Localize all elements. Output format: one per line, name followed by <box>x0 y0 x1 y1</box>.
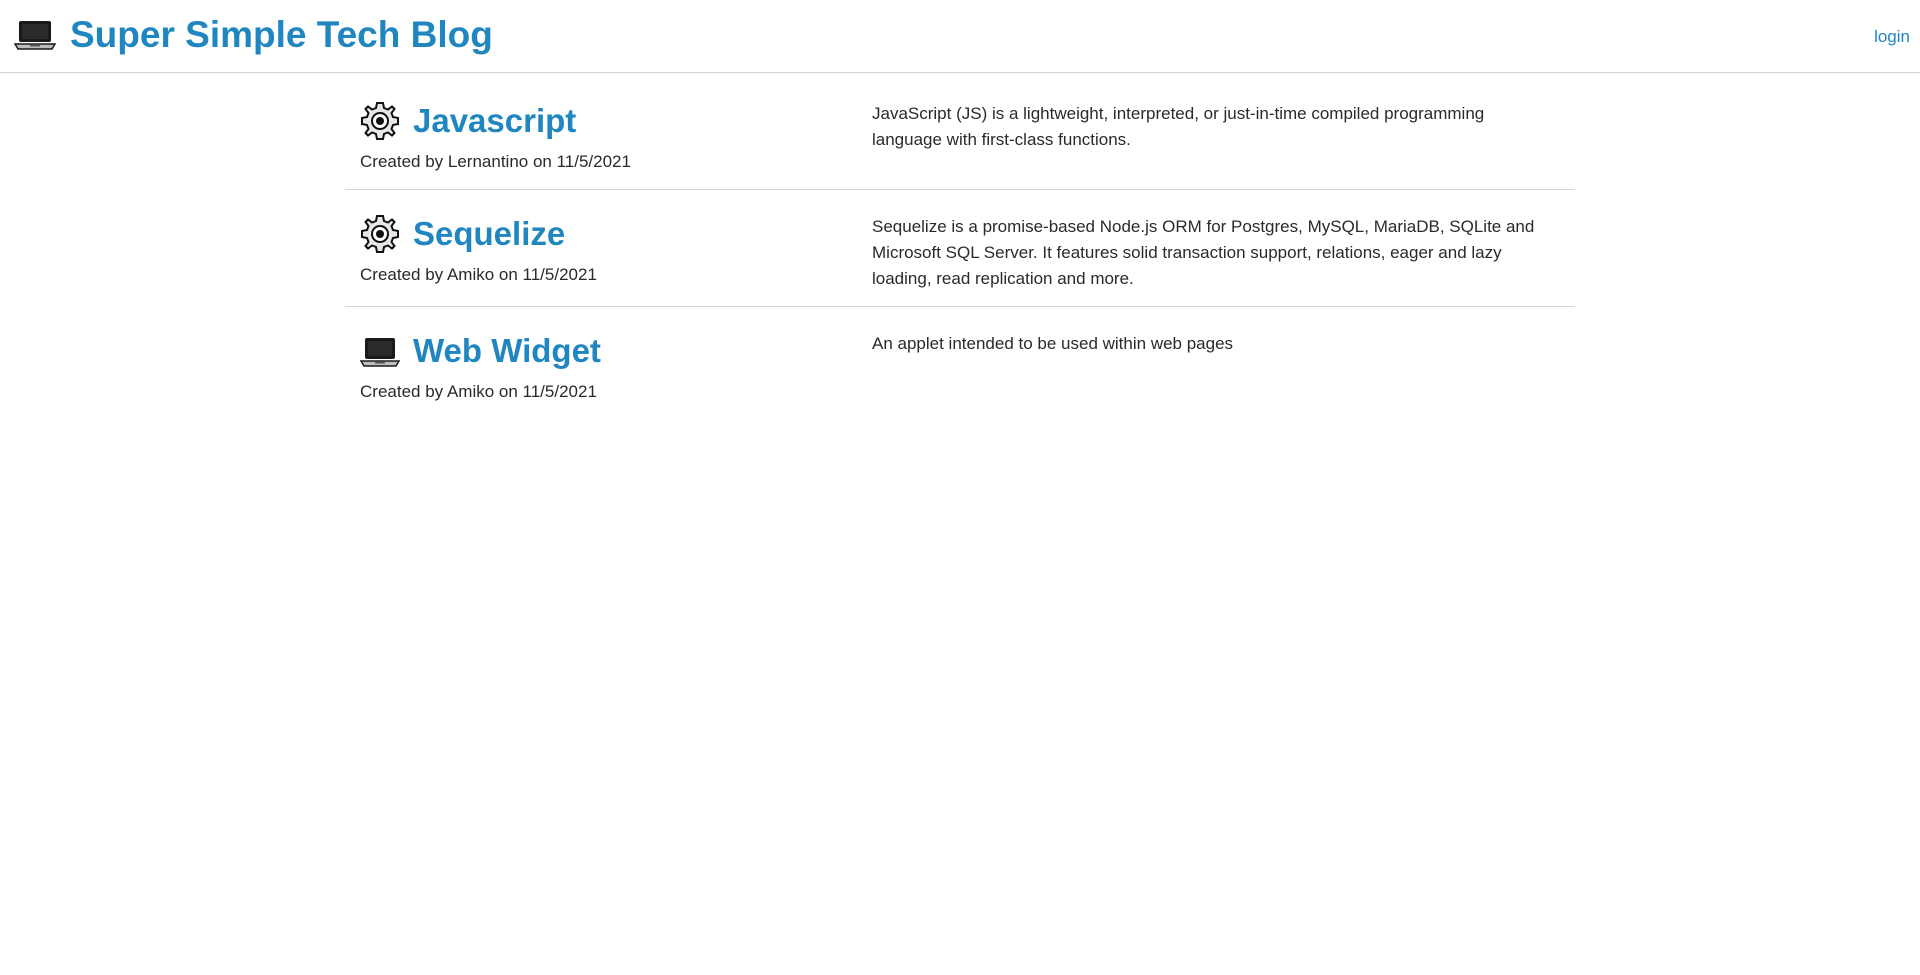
laptop-icon <box>14 21 56 50</box>
post-list: Javascript Created by Lernantino on 11/5… <box>345 73 1575 417</box>
post-title: Web Widget <box>413 332 601 369</box>
post-meta: Created by Amiko on 11/5/2021 <box>360 265 597 284</box>
post-title: Sequelize <box>413 215 566 252</box>
post-description: An applet intended to be used within web… <box>872 334 1234 353</box>
site-title: Super Simple Tech Blog <box>70 14 493 55</box>
gear-icon <box>361 102 399 140</box>
post-title-link[interactable]: Sequelize <box>360 214 565 254</box>
site-header: Super Simple Tech Blog login <box>0 0 1920 73</box>
post-item: Sequelize Created by Amiko on 11/5/2021 … <box>345 190 1575 307</box>
laptop-icon <box>360 338 400 367</box>
home-link[interactable]: Super Simple Tech Blog <box>14 13 493 57</box>
post-item: Web Widget Created by Amiko on 11/5/2021… <box>345 307 1575 417</box>
post-description: Sequelize is a promise-based Node.js ORM… <box>872 217 1535 288</box>
post-title-link[interactable]: Javascript <box>360 101 576 141</box>
post-description: JavaScript (JS) is a lightweight, interp… <box>872 104 1485 149</box>
post-title: Javascript <box>413 102 577 139</box>
post-item: Javascript Created by Lernantino on 11/5… <box>345 73 1575 190</box>
gear-icon <box>361 215 399 253</box>
post-title-link[interactable]: Web Widget <box>360 331 601 371</box>
login-link[interactable]: login <box>1874 26 1910 48</box>
post-meta: Created by Amiko on 11/5/2021 <box>360 382 597 401</box>
post-meta: Created by Lernantino on 11/5/2021 <box>360 152 631 171</box>
